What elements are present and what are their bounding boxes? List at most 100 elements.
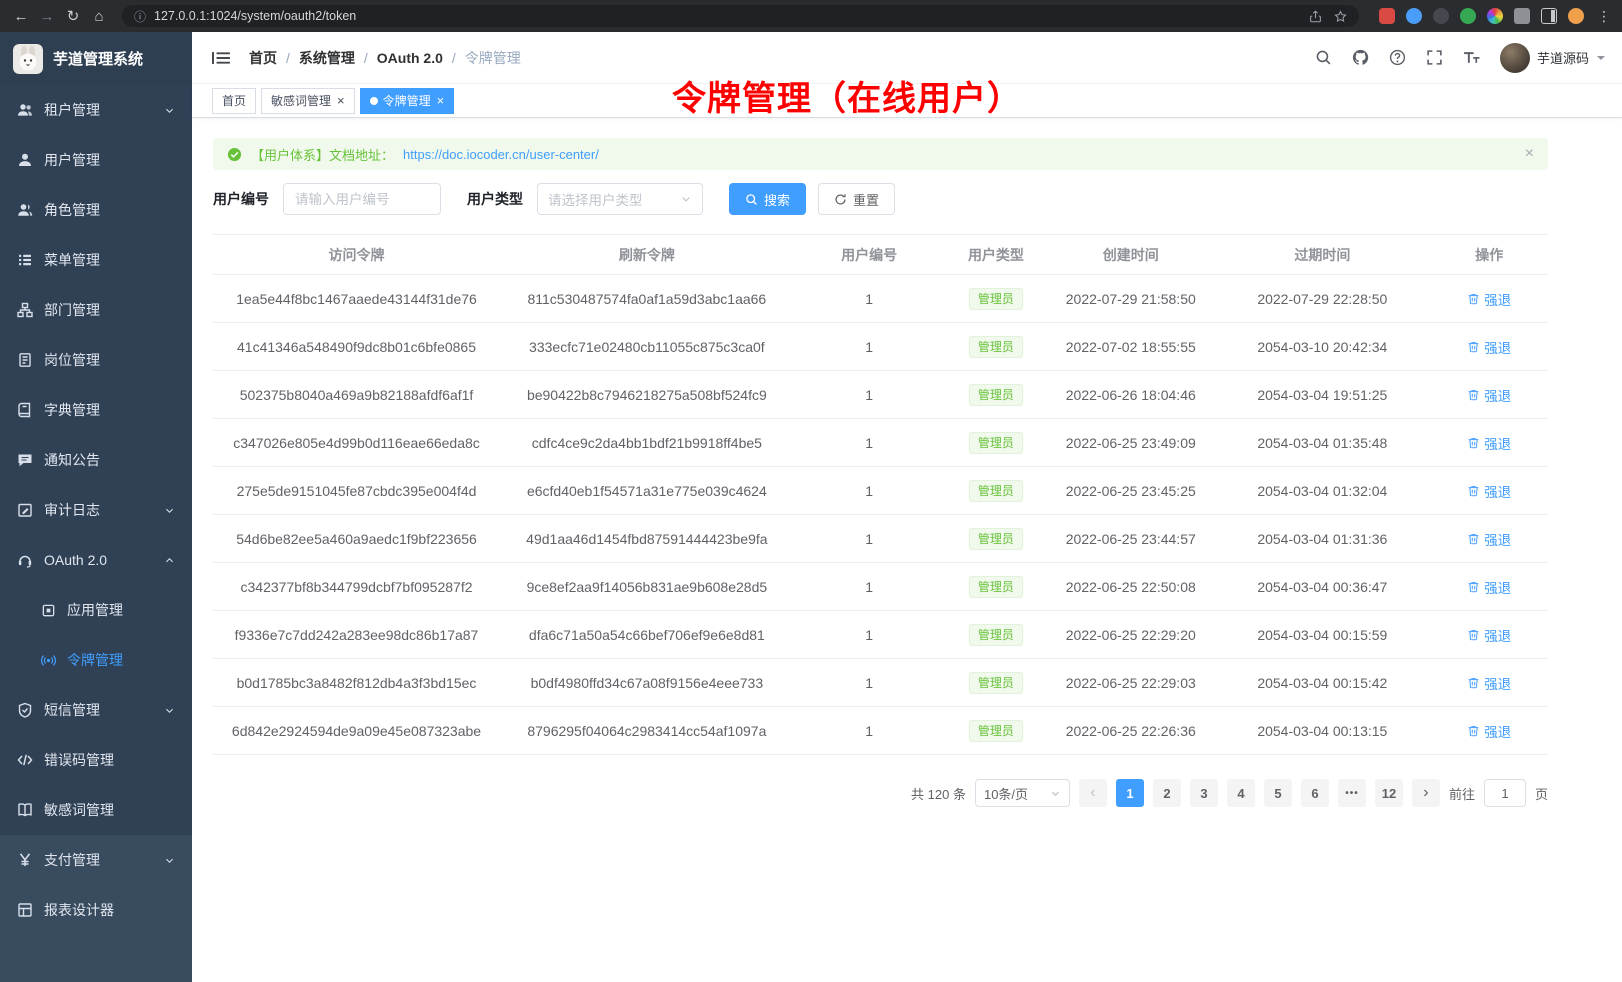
- page-button-more[interactable]: •••: [1338, 779, 1366, 807]
- app-logo[interactable]: 芋道管理系统: [0, 32, 192, 85]
- sidebar-item-report[interactable]: 报表设计器: [0, 885, 192, 935]
- search-icon[interactable]: [1307, 41, 1340, 74]
- user-id-input[interactable]: [283, 183, 441, 215]
- extension-drop-icon[interactable]: [1406, 8, 1422, 24]
- sidebar-item-label: 租户管理: [44, 100, 100, 120]
- breadcrumb-item[interactable]: 系统管理: [299, 48, 355, 68]
- force-logout-button[interactable]: 强退: [1467, 337, 1511, 357]
- sidebar-item-token[interactable]: 令牌管理: [0, 635, 192, 685]
- sidebar-item-user[interactable]: 用户管理: [0, 135, 192, 185]
- refresh-token-cell: 9ce8ef2aa9f14056b831ae9b608e28d5: [500, 563, 794, 611]
- sidebar-item-users[interactable]: 租户管理: [0, 85, 192, 135]
- user-menu[interactable]: 芋道源码: [1500, 43, 1606, 73]
- next-page-button[interactable]: ›: [1412, 779, 1440, 807]
- sidebar-item-role[interactable]: 角色管理: [0, 185, 192, 235]
- sidebar-collapse-icon[interactable]: [208, 45, 234, 71]
- page-button-2[interactable]: 2: [1153, 779, 1181, 807]
- bookmark-star-icon[interactable]: [1334, 10, 1347, 23]
- extensions-puzzle-icon[interactable]: [1514, 8, 1530, 24]
- font-size-icon[interactable]: [1455, 41, 1488, 74]
- alert-close-icon[interactable]: ×: [1525, 146, 1534, 162]
- column-header: 操作: [1430, 235, 1548, 275]
- side-panel-icon[interactable]: [1541, 8, 1557, 24]
- page-button-5[interactable]: 5: [1264, 779, 1292, 807]
- user-type-select[interactable]: 请选择用户类型: [537, 183, 703, 215]
- refresh-token-cell: 49d1aa46d1454fbd87591444423be9fa: [500, 515, 794, 563]
- create-time-cell: 2022-07-29 21:58:50: [1047, 275, 1214, 323]
- browser-forward-button[interactable]: →: [34, 3, 60, 29]
- browser-profile-avatar[interactable]: [1568, 8, 1584, 24]
- sidebar-item-label: 用户管理: [44, 150, 100, 170]
- user-type-cell: 管理员: [945, 419, 1048, 467]
- page-button-4[interactable]: 4: [1227, 779, 1255, 807]
- extension-dark-icon[interactable]: [1433, 8, 1449, 24]
- force-logout-button[interactable]: 强退: [1467, 289, 1511, 309]
- search-button[interactable]: 搜索: [729, 183, 806, 215]
- fullscreen-icon[interactable]: [1418, 41, 1451, 74]
- force-logout-button[interactable]: 强退: [1467, 529, 1511, 549]
- browser-reload-button[interactable]: ↻: [60, 3, 86, 29]
- address-bar[interactable]: ⓘ 127.0.0.1:1024/system/oauth2/token: [122, 5, 1359, 27]
- tab-close-icon[interactable]: ×: [437, 94, 445, 107]
- tab-0[interactable]: 首页: [212, 88, 256, 114]
- sidebar-item-dept[interactable]: 部门管理: [0, 285, 192, 335]
- delete-icon: [1467, 292, 1480, 305]
- breadcrumb-item[interactable]: OAuth 2.0: [377, 50, 443, 66]
- delete-icon: [1467, 340, 1480, 353]
- sidebar-item-log[interactable]: 审计日志: [0, 485, 192, 535]
- sidebar-item-code[interactable]: 错误码管理: [0, 735, 192, 785]
- goto-unit: 页: [1535, 784, 1548, 803]
- sidebar-item-sms[interactable]: 短信管理: [0, 685, 192, 735]
- extension-grid-icon[interactable]: [1379, 8, 1395, 24]
- share-icon[interactable]: [1309, 10, 1322, 23]
- extension-green-icon[interactable]: [1460, 8, 1476, 24]
- reset-button[interactable]: 重置: [818, 183, 895, 215]
- force-logout-button[interactable]: 强退: [1467, 721, 1511, 741]
- page-size-select[interactable]: 10条/页: [975, 779, 1070, 807]
- tab-close-icon[interactable]: ×: [337, 94, 345, 107]
- github-icon[interactable]: [1344, 41, 1377, 74]
- prev-page-button[interactable]: ‹: [1079, 779, 1107, 807]
- force-logout-button[interactable]: 强退: [1467, 433, 1511, 453]
- settings-gear-icon[interactable]: [1487, 8, 1503, 24]
- page-button-3[interactable]: 3: [1190, 779, 1218, 807]
- sidebar-item-app[interactable]: 应用管理: [0, 585, 192, 635]
- sidebar-item-menu[interactable]: 菜单管理: [0, 235, 192, 285]
- sidebar-item-label: 岗位管理: [44, 350, 100, 370]
- sidebar: 芋道管理系统 租户管理用户管理角色管理菜单管理部门管理岗位管理字典管理通知公告审…: [0, 32, 192, 982]
- goto-page-input[interactable]: [1484, 779, 1526, 807]
- refresh-token-cell: 333ecfc71e02480cb11055c875c3ca0f: [500, 323, 794, 371]
- sidebar-item-pay[interactable]: 支付管理: [0, 835, 192, 885]
- page-button-1[interactable]: 1: [1116, 779, 1144, 807]
- sidebar-item-notice[interactable]: 通知公告: [0, 435, 192, 485]
- page-button-12[interactable]: 12: [1375, 779, 1403, 807]
- force-logout-button[interactable]: 强退: [1467, 481, 1511, 501]
- tab-2[interactable]: 令牌管理×: [360, 88, 455, 114]
- user-id-cell: 1: [794, 275, 945, 323]
- sidebar-item-post[interactable]: 岗位管理: [0, 335, 192, 385]
- goto-label: 前往: [1449, 784, 1475, 803]
- refresh-token-cell: e6cfd40eb1f54571a31e775e039c4624: [500, 467, 794, 515]
- site-info-icon[interactable]: ⓘ: [134, 8, 146, 25]
- dict-icon: [17, 402, 33, 418]
- force-logout-button[interactable]: 强退: [1467, 673, 1511, 693]
- force-logout-button[interactable]: 强退: [1467, 625, 1511, 645]
- pagination-total: 共 120 条: [911, 784, 966, 803]
- sidebar-item-sensitive[interactable]: 敏感词管理: [0, 785, 192, 835]
- help-icon[interactable]: [1381, 41, 1414, 74]
- sidebar-item-dict[interactable]: 字典管理: [0, 385, 192, 435]
- doc-link[interactable]: https://doc.iocoder.cn/user-center/: [403, 147, 599, 162]
- app-window: 芋道管理系统 租户管理用户管理角色管理菜单管理部门管理岗位管理字典管理通知公告审…: [0, 32, 1622, 982]
- force-logout-label: 强退: [1484, 721, 1511, 741]
- create-time-cell: 2022-06-25 22:26:36: [1047, 707, 1214, 755]
- doc-alert: 【用户体系】文档地址： https://doc.iocoder.cn/user-…: [213, 138, 1548, 170]
- browser-home-button[interactable]: ⌂: [86, 3, 112, 29]
- breadcrumb-item[interactable]: 首页: [249, 48, 277, 68]
- browser-menu-icon[interactable]: ⋮: [1594, 8, 1614, 25]
- sidebar-item-oauth[interactable]: OAuth 2.0: [0, 535, 192, 585]
- force-logout-button[interactable]: 强退: [1467, 577, 1511, 597]
- page-button-6[interactable]: 6: [1301, 779, 1329, 807]
- browser-back-button[interactable]: ←: [8, 3, 34, 29]
- force-logout-button[interactable]: 强退: [1467, 385, 1511, 405]
- tab-1[interactable]: 敏感词管理×: [261, 88, 355, 114]
